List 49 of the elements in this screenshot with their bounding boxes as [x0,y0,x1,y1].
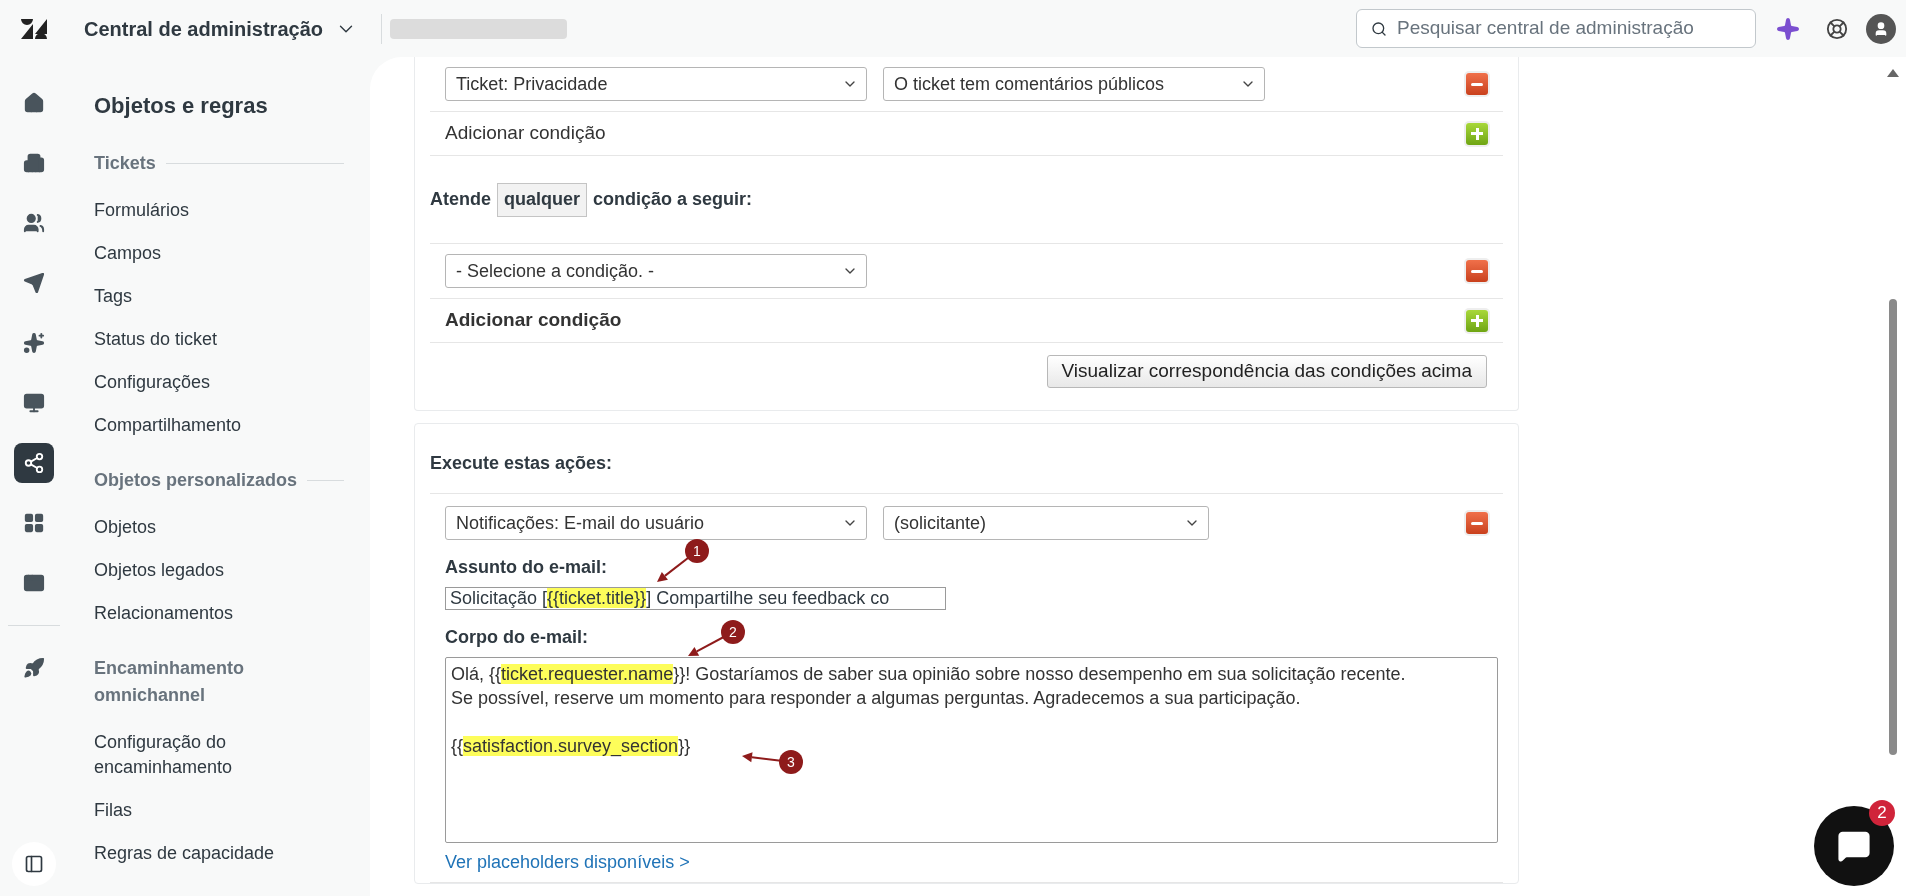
sidebar-item[interactable]: Objetos [94,506,344,549]
remove-condition-button[interactable] [1466,260,1488,282]
sidebar-title: Objetos e regras [94,92,269,120]
sidebar-item[interactable]: Compartilhamento [94,404,344,447]
sidebar-item[interactable]: Filas [94,789,344,832]
placeholders-link[interactable]: Ver placeholders disponíveis > [445,849,690,876]
chat-bubble-icon [1837,829,1871,863]
condition-field-select[interactable]: Ticket: Privacidade [445,67,867,101]
sidebar-item[interactable]: Tags [94,275,344,318]
sidebar-section-heading: Tickets [94,152,156,175]
recipient-select[interactable]: (solicitante) [883,506,1209,540]
actions-title: Execute estas ações: [430,450,1503,494]
sidebar-item[interactable]: Status do ticket [94,318,344,361]
add-condition-button[interactable] [1466,122,1488,145]
match-type-dropdown[interactable]: qualquer [497,182,588,217]
sidebar-item[interactable]: Relacionamentos [94,592,344,635]
body-label: Corpo do e-mail: [445,626,588,649]
sidebar-item[interactable]: Configuração do encaminhamento [94,721,344,789]
add-condition-label[interactable]: Adicionar condição [445,306,622,335]
preview-button[interactable]: Visualizar correspondência das condições acima [1046,355,1487,388]
sidebar-item[interactable]: Formulários [94,189,344,232]
action-select[interactable]: Notificações: E-mail do usuário [445,506,867,540]
subject-label: Assunto do e-mail: [445,556,607,579]
sidebar-item[interactable]: Configurações [94,361,344,404]
sparkle-icon[interactable] [1776,16,1800,41]
sidebar-item[interactable]: Regras de capacidade [94,832,344,875]
scroll-up-icon[interactable] [1887,69,1899,77]
match-label: condição a seguir: [593,188,753,211]
search-icon [1371,20,1387,37]
add-condition-label[interactable]: Adicionar condição [445,119,606,148]
nodes-icon[interactable] [14,443,54,483]
panel-toggle-icon[interactable] [24,854,44,874]
avatar-icon[interactable] [1866,13,1896,44]
condition-field-select[interactable]: - Selecione a condição. - [445,254,867,288]
remove-condition-button[interactable] [1466,512,1488,534]
search-field[interactable]: Pesquisar central de administração [1356,9,1756,48]
scrollbar-thumb[interactable] [1889,299,1897,755]
zendesk-logo[interactable] [21,18,47,39]
lifebuoy-icon[interactable] [1826,17,1848,40]
sidebar-section-heading: Encaminhamento omnichannel [94,657,246,707]
condition-value-select[interactable]: O ticket tem comentários públicos [883,67,1265,101]
product-switcher[interactable]: Central de administração [84,13,357,44]
match-label: Atende [430,188,491,211]
sidebar-section-heading: Objetos personalizados [94,469,298,492]
sidebar-item[interactable]: Campos [94,232,344,275]
add-condition-button[interactable] [1466,309,1488,332]
body-field[interactable] [445,657,1498,843]
remove-condition-button[interactable] [1466,73,1488,95]
sidebar-item[interactable]: Objetos legados [94,549,344,592]
